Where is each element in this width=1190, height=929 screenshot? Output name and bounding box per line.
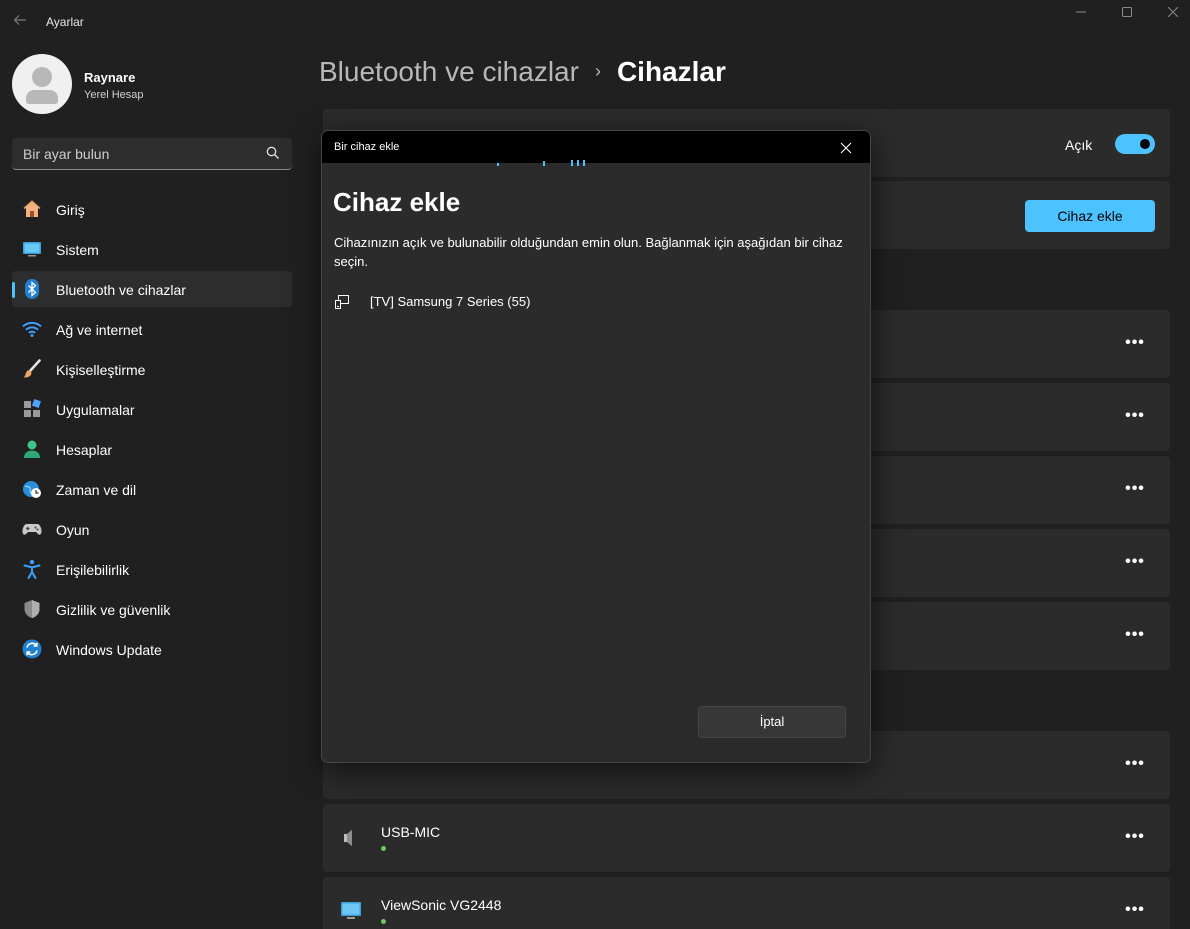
more-options-button[interactable]: ••• <box>1122 554 1148 575</box>
sidebar-item-bluetooth[interactable]: Bluetooth ve cihazlar <box>12 271 292 307</box>
sidebar-item-label: Zaman ve dil <box>56 482 137 498</box>
sidebar-item-time-language[interactable]: Zaman ve dil <box>12 471 292 507</box>
add-device-button[interactable]: Cihaz ekle <box>1025 200 1155 232</box>
sidebar-item-label: Uygulamalar <box>56 402 135 418</box>
sidebar-item-label: Sistem <box>56 242 99 258</box>
dialog-window-title: Bir cihaz ekle <box>334 141 400 153</box>
globe-clock-icon <box>23 481 41 498</box>
sidebar-item-home[interactable]: Giriş <box>12 191 292 227</box>
chevron-right-icon: › <box>594 61 601 81</box>
more-options-button[interactable]: ••• <box>1122 756 1148 777</box>
found-device-name: [TV] Samsung 7 Series (55) <box>370 294 531 309</box>
more-options-button[interactable]: ••• <box>1122 829 1148 850</box>
account-type: Yerel Hesap <box>84 89 144 101</box>
device-name: ViewSonic VG2448 <box>381 897 502 913</box>
speaker-icon <box>344 830 352 846</box>
cancel-button[interactable]: İptal <box>698 706 846 738</box>
close-icon <box>1167 6 1179 18</box>
arrow-left-icon <box>13 15 26 25</box>
apps-icon <box>24 399 41 417</box>
accessibility-icon <box>23 559 41 579</box>
connected-status-dot <box>381 846 386 851</box>
page-title: Cihazlar <box>616 56 726 87</box>
sidebar-item-label: Gizlilik ve güvenlik <box>56 602 171 618</box>
close-window-button[interactable] <box>1150 4 1190 24</box>
sidebar-nav: Giriş Sistem Bluetooth ve cihazlar Ağ ve… <box>12 191 292 671</box>
monitor-icon <box>23 242 41 257</box>
sidebar-item-accounts[interactable]: Hesaplar <box>12 431 292 467</box>
app-title: Ayarlar <box>46 15 84 29</box>
sidebar-item-accessibility[interactable]: Erişilebilirlik <box>12 551 292 587</box>
monitor-icon <box>341 902 361 919</box>
maximize-button[interactable] <box>1104 4 1150 24</box>
wifi-icon <box>22 321 42 337</box>
sidebar-item-windows-update[interactable]: Windows Update <box>12 631 292 667</box>
breadcrumb-parent[interactable]: Bluetooth ve cihazlar <box>319 56 579 87</box>
sidebar-item-label: Windows Update <box>56 642 162 658</box>
settings-search <box>12 138 292 170</box>
connected-status-dot <box>381 919 386 924</box>
dialog-heading: Cihaz ekle <box>333 187 461 217</box>
brush-icon <box>24 359 41 378</box>
sidebar-item-system[interactable]: Sistem <box>12 231 292 267</box>
sidebar-item-label: Ağ ve internet <box>56 322 143 338</box>
update-icon <box>22 639 42 659</box>
home-icon <box>23 200 41 217</box>
add-device-dialog: Bir cihaz ekle Cihaz ekle Cihazınızın aç… <box>321 130 871 763</box>
avatar[interactable] <box>12 54 72 114</box>
breadcrumb: Bluetooth ve cihazlar › Cihazlar <box>319 56 726 88</box>
bluetooth-toggle[interactable] <box>1115 134 1155 154</box>
sidebar-item-privacy[interactable]: Gizlilik ve güvenlik <box>12 591 292 627</box>
dialog-description: Cihazınızın açık ve bulunabilir olduğund… <box>334 235 843 269</box>
avatar-head <box>32 67 52 87</box>
bluetooth-icon <box>25 279 39 299</box>
search-input[interactable] <box>12 138 262 169</box>
loading-dots-icon <box>497 160 585 166</box>
close-icon <box>840 142 852 154</box>
shield-icon <box>24 600 40 618</box>
device-card-usb-mic <box>323 804 1170 872</box>
sidebar-item-label: Bluetooth ve cihazlar <box>56 282 186 298</box>
sidebar-item-label: Oyun <box>56 522 90 538</box>
more-options-button[interactable]: ••• <box>1122 627 1148 648</box>
sidebar-item-label: Kişiselleştirme <box>56 362 146 378</box>
sidebar-item-network[interactable]: Ağ ve internet <box>12 311 292 347</box>
sidebar-item-label: Hesaplar <box>56 442 113 458</box>
avatar-body <box>26 90 58 104</box>
more-options-button[interactable]: ••• <box>1122 335 1148 356</box>
sidebar-item-apps[interactable]: Uygulamalar <box>12 391 292 427</box>
maximize-icon <box>1122 7 1132 17</box>
dialog-close-button[interactable] <box>836 139 856 157</box>
more-options-button[interactable]: ••• <box>1122 902 1148 923</box>
more-options-button[interactable]: ••• <box>1122 408 1148 429</box>
sidebar-item-gaming[interactable]: Oyun <box>12 511 292 547</box>
sidebar-item-label: Giriş <box>56 202 85 218</box>
user-name: Raynare <box>84 70 136 85</box>
minimize-icon <box>1076 11 1086 13</box>
gamepad-icon <box>22 524 42 535</box>
device-name: USB-MIC <box>381 824 441 840</box>
found-device-item[interactable]: [TV] Samsung 7 Series (55) <box>334 293 854 315</box>
sidebar-item-label: Erişilebilirlik <box>56 562 130 578</box>
minimize-button[interactable] <box>1058 4 1104 24</box>
dialog-title-bar: Bir cihaz ekle <box>322 131 870 163</box>
cast-display-icon <box>335 295 349 309</box>
search-icon[interactable] <box>266 146 280 160</box>
bluetooth-toggle-label: Açık <box>1065 137 1093 153</box>
sidebar-item-personalization[interactable]: Kişiselleştirme <box>12 351 292 387</box>
more-options-button[interactable]: ••• <box>1122 481 1148 502</box>
title-bar: Ayarlar <box>0 0 1190 40</box>
person-icon <box>24 440 40 458</box>
back-button[interactable] <box>8 8 32 32</box>
